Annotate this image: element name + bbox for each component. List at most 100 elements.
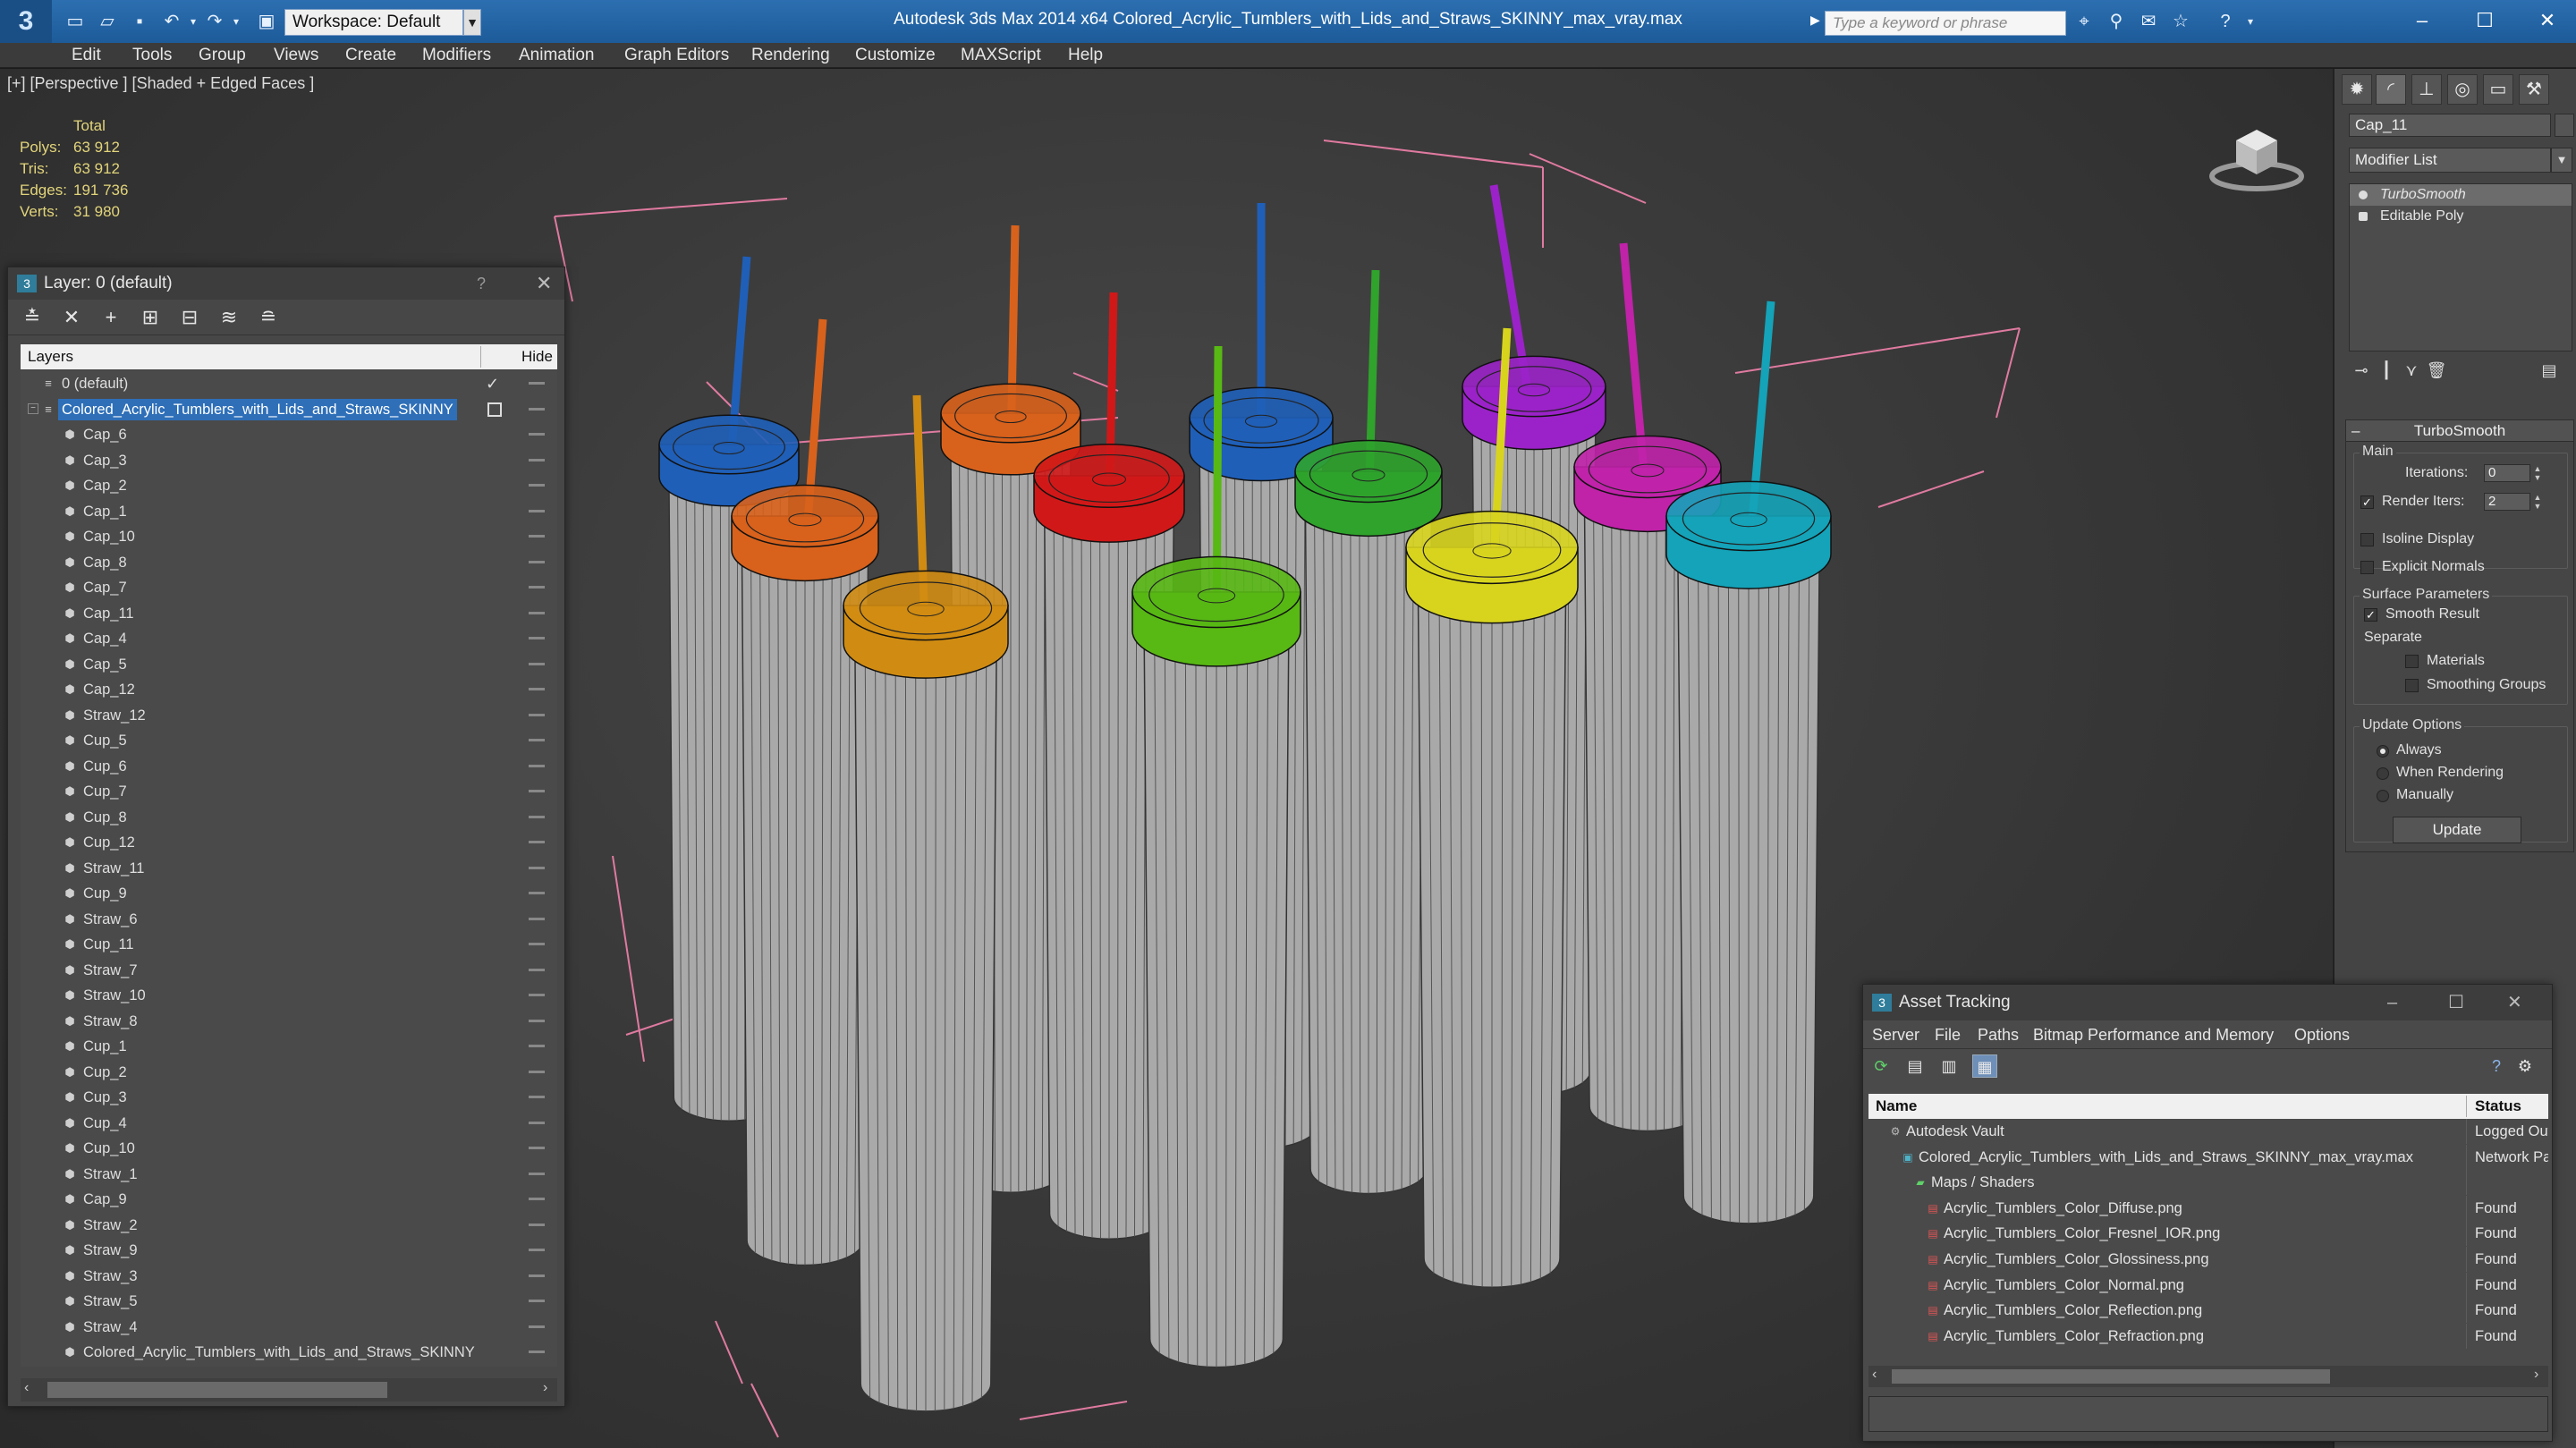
favorites-star-icon[interactable]: ☆ [2170, 11, 2191, 32]
hide-toggle[interactable] [529, 458, 545, 461]
select-in-layer-icon[interactable]: ⊞ [137, 305, 164, 330]
menu-modifiers[interactable]: Modifiers [422, 43, 491, 68]
layer-object-row[interactable]: ⬢ Straw_8 [21, 1009, 557, 1034]
render-iters-checkbox[interactable]: ✓ [2360, 495, 2374, 509]
lightbulb-icon[interactable] [2359, 191, 2368, 199]
binoculars-icon[interactable]: ⌖ [2073, 11, 2095, 32]
modify-tab-icon[interactable]: ◜ [2376, 74, 2406, 105]
hide-toggle[interactable] [529, 1325, 545, 1328]
pin-stack-icon[interactable]: ⊸ [2349, 359, 2374, 382]
menu-file[interactable]: File [1935, 1020, 1961, 1049]
display-tab-icon[interactable]: ▭ [2483, 74, 2513, 105]
chevron-down-icon[interactable]: ▼ [463, 9, 481, 36]
asset-row[interactable]: ⚙ Autodesk Vault Logged Out [1868, 1119, 2548, 1144]
layer-object-row[interactable]: ⬢ Cap_8 [21, 550, 557, 575]
show-end-result-icon[interactable]: ┃ [2374, 359, 2399, 382]
undo-icon[interactable]: ↶ [161, 11, 182, 32]
horizontal-scrollbar[interactable]: ‹ › [21, 1378, 557, 1401]
hide-toggle[interactable] [529, 509, 545, 512]
close-icon[interactable]: ✕ [2507, 985, 2522, 1020]
layer-object-row[interactable]: ⬢ Cap_6 [21, 422, 557, 447]
column-name[interactable]: Name [1876, 1094, 1917, 1119]
layer-object-row[interactable]: ⬢ Straw_3 [21, 1264, 557, 1289]
menu-views[interactable]: Views [274, 43, 318, 68]
render-iters-spinner[interactable]: 2 [2484, 493, 2530, 511]
explicit-normals-checkbox[interactable] [2360, 561, 2374, 574]
menu-maxscript[interactable]: MAXScript [961, 43, 1041, 68]
list-view-icon[interactable]: ▤ [1902, 1054, 1928, 1078]
project-folder-icon[interactable]: ▣ [256, 11, 277, 32]
hide-toggle[interactable] [529, 407, 545, 411]
rollout-header[interactable]: – TurboSmooth [2346, 420, 2573, 442]
hide-toggle[interactable] [529, 1121, 545, 1124]
hide-toggle[interactable] [529, 611, 545, 614]
asset-row[interactable]: ▤ Acrylic_Tumblers_Color_Normal.png Found [1868, 1272, 2548, 1298]
asset-row[interactable]: ▤ Acrylic_Tumblers_Color_Reflection.png Fo… [1868, 1298, 2548, 1324]
detail-view-icon[interactable]: ▥ [1936, 1054, 1962, 1078]
table-view-icon[interactable]: ▦ [1972, 1054, 1997, 1078]
refresh-icon[interactable]: ⟳ [1868, 1054, 1894, 1078]
hide-toggle[interactable] [529, 713, 545, 716]
new-file-icon[interactable]: ▭ [64, 11, 86, 32]
redo-dropdown-icon[interactable]: ▾ [225, 11, 247, 32]
minimize-icon[interactable]: – [2387, 985, 2397, 1020]
make-unique-icon[interactable]: ⋎ [2399, 359, 2424, 382]
hide-toggle[interactable] [529, 994, 545, 996]
layer-object-row[interactable]: ⬢ Cup_2 [21, 1060, 557, 1085]
hide-toggle[interactable] [529, 739, 545, 741]
hide-toggle[interactable] [529, 1223, 545, 1226]
hide-toggle[interactable] [529, 1274, 545, 1277]
asset-row[interactable]: ▤ Acrylic_Tumblers_Color_Diffuse.png Found [1868, 1195, 2548, 1221]
hide-toggle[interactable] [529, 1045, 545, 1047]
layer-object-row[interactable]: ⬢ Cap_11 [21, 601, 557, 626]
column-divider[interactable] [480, 346, 481, 368]
column-divider[interactable] [2466, 1096, 2467, 1117]
search-input[interactable]: Type a keyword or phrase [1825, 11, 2066, 36]
hide-toggle[interactable] [529, 1351, 545, 1353]
dialog-titlebar[interactable]: 3 Asset Tracking – ☐ ✕ [1863, 985, 2552, 1020]
hide-toggle[interactable] [529, 1172, 545, 1175]
active-layer-checkmark-icon[interactable]: ✓ [486, 371, 499, 396]
communication-icon[interactable]: ✉ [2138, 11, 2159, 32]
layer-object-row[interactable]: ⬢ Cup_3 [21, 1085, 557, 1110]
chevron-down-icon[interactable]: ▼ [2551, 148, 2572, 173]
layer-row[interactable]: − ≡ Colored_Acrylic_Tumblers_with_Lids_and… [21, 397, 557, 422]
layer-object-row[interactable]: ⬢ Cap_10 [21, 524, 557, 549]
help-icon[interactable]: ? [2484, 1054, 2509, 1078]
asset-row[interactable]: ▤ Acrylic_Tumblers_Color_Glossiness.png Fo… [1868, 1247, 2548, 1272]
help-dropdown-icon[interactable]: ▾ [2240, 11, 2261, 32]
utilities-tab-icon[interactable]: ⚒ [2519, 74, 2549, 105]
hide-toggle[interactable] [529, 1096, 545, 1098]
configure-sets-icon[interactable]: ▤ [2537, 359, 2562, 382]
layer-object-row[interactable]: ⬢ Straw_7 [21, 958, 557, 983]
object-name-field[interactable]: Cap_11 [2349, 114, 2551, 137]
minimize-icon[interactable]: – [2397, 4, 2447, 38]
layer-object-row[interactable]: ⬢ Cup_9 [21, 881, 557, 906]
current-layer-toggle[interactable] [487, 402, 502, 417]
when-rendering-radio[interactable] [2377, 767, 2389, 780]
hide-toggle[interactable] [529, 764, 545, 767]
workspace-select[interactable]: Workspace: Default [284, 9, 463, 36]
layer-object-row[interactable]: ⬢ Straw_6 [21, 907, 557, 932]
layer-object-row[interactable]: ⬢ Straw_12 [21, 703, 557, 728]
scrollbar-thumb[interactable] [1892, 1369, 2330, 1384]
viewcube-icon[interactable] [2207, 115, 2306, 196]
asset-row[interactable]: ▤ Acrylic_Tumblers_Color_Fresnel_IOR.png F… [1868, 1221, 2548, 1247]
app-logo-icon[interactable]: 3 [0, 0, 52, 43]
horizontal-scrollbar[interactable]: ‹ › [1868, 1366, 2548, 1387]
close-icon[interactable]: ✕ [536, 267, 552, 300]
asset-row[interactable]: ▣ Colored_Acrylic_Tumblers_with_Lids_and_… [1868, 1144, 2548, 1170]
layer-object-row[interactable]: ⬢ Straw_4 [21, 1315, 557, 1340]
help-icon[interactable]: ? [477, 267, 486, 300]
hide-toggle[interactable] [529, 688, 545, 690]
scroll-right-icon[interactable]: › [543, 1380, 547, 1396]
hide-toggle[interactable] [529, 968, 545, 971]
undo-dropdown-icon[interactable]: ▾ [182, 11, 204, 32]
layer-object-row[interactable]: ⬢ Straw_1 [21, 1162, 557, 1187]
iterations-spinner[interactable]: 0 [2484, 464, 2530, 482]
layer-object-row[interactable]: ⬢ Cap_1 [21, 499, 557, 524]
layer-object-row[interactable]: ⬢ Cap_2 [21, 473, 557, 498]
hide-all-layers-icon[interactable]: ≋ [216, 305, 242, 330]
menu-paths[interactable]: Paths [1978, 1020, 2019, 1049]
hide-toggle[interactable] [529, 1070, 545, 1073]
